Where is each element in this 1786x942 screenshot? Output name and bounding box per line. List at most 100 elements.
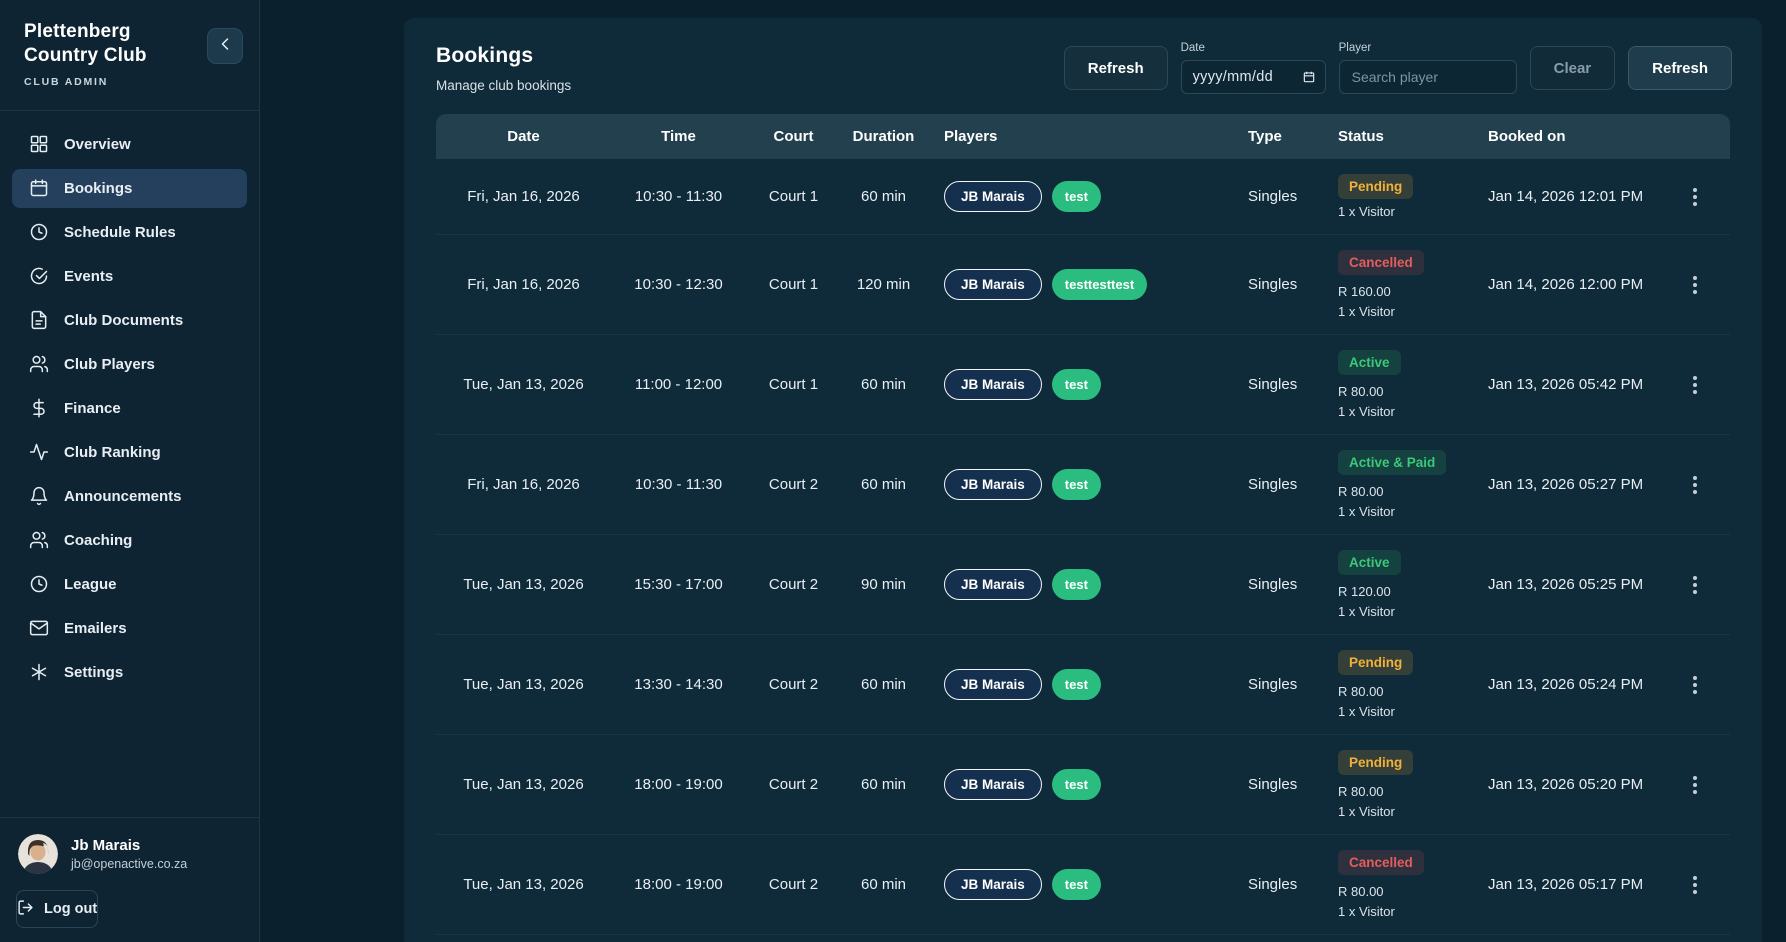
booked-on: Jan 13, 2026 05:24 PM: [1476, 676, 1660, 693]
player-chip-member[interactable]: JB Marais: [944, 369, 1042, 400]
status-badge: Active & Paid: [1338, 450, 1446, 475]
people-icon: [29, 354, 49, 374]
players-cell: JB Marais test: [926, 569, 1236, 600]
booking-time: 10:30 - 11:30: [611, 476, 746, 493]
visitor-count: 1 x Visitor: [1338, 904, 1395, 919]
sidebar-item-overview[interactable]: Overview: [12, 125, 247, 164]
kebab-dot: [1693, 790, 1697, 794]
booking-date: Tue, Jan 13, 2026: [436, 676, 611, 693]
booking-date: Tue, Jan 13, 2026: [436, 376, 611, 393]
clear-button[interactable]: Clear: [1530, 46, 1616, 90]
table-row: Tue, Jan 13, 202613:30 - 14:30Court 260 …: [436, 634, 1730, 734]
row-menu-button[interactable]: [1687, 270, 1703, 300]
kebab-dot: [1693, 576, 1697, 580]
booking-duration: 60 min: [841, 188, 926, 205]
player-chip-member[interactable]: JB Marais: [944, 569, 1042, 600]
player-chip-member[interactable]: JB Marais: [944, 669, 1042, 700]
kebab-dot: [1693, 590, 1697, 594]
player-chip-member[interactable]: JB Marais: [944, 269, 1042, 300]
bell-icon: [29, 486, 49, 506]
players-cell: JB Marais test: [926, 669, 1236, 700]
sidebar-item-label: Emailers: [64, 620, 127, 637]
player-chip-guest[interactable]: testtesttest: [1052, 269, 1147, 300]
row-menu-button[interactable]: [1687, 370, 1703, 400]
booking-time: 10:30 - 12:30: [611, 276, 746, 293]
player-chip-member[interactable]: JB Marais: [944, 869, 1042, 900]
player-chip-guest[interactable]: test: [1052, 369, 1101, 400]
booking-time: 18:00 - 19:00: [611, 876, 746, 893]
sidebar-item-club-players[interactable]: Club Players: [12, 345, 247, 384]
sidebar-item-finance[interactable]: Finance: [12, 389, 247, 428]
player-chip-guest[interactable]: test: [1052, 569, 1101, 600]
mail-icon: [29, 618, 49, 638]
player-chip-guest[interactable]: test: [1052, 469, 1101, 500]
row-menu-button[interactable]: [1687, 182, 1703, 212]
player-search-input[interactable]: [1339, 60, 1517, 94]
booking-amount: R 80.00: [1338, 784, 1384, 799]
table-body: Fri, Jan 16, 202610:30 - 11:30Court 160 …: [436, 159, 1730, 942]
booking-amount: R 120.00: [1338, 584, 1391, 599]
sidebar-item-bookings[interactable]: Bookings: [12, 169, 247, 208]
kebab-dot: [1693, 290, 1697, 294]
header-controls: Refresh Date yyyy/mm/dd Player Clear Ref…: [1064, 42, 1732, 94]
player-chip-guest[interactable]: test: [1052, 869, 1101, 900]
player-chip-guest[interactable]: test: [1052, 669, 1101, 700]
row-menu-button[interactable]: [1687, 670, 1703, 700]
table-header-row: DateTimeCourtDurationPlayersTypeStatusBo…: [436, 114, 1730, 159]
status-badge: Active: [1338, 550, 1401, 575]
clock-icon: [29, 222, 49, 242]
booked-on: Jan 13, 2026 05:42 PM: [1476, 376, 1660, 393]
refresh-button-left[interactable]: Refresh: [1064, 46, 1168, 90]
sidebar-item-label: Bookings: [64, 180, 132, 197]
player-chip-member[interactable]: JB Marais: [944, 469, 1042, 500]
row-menu-button[interactable]: [1687, 470, 1703, 500]
row-menu-button[interactable]: [1687, 870, 1703, 900]
date-input[interactable]: yyyy/mm/dd: [1181, 60, 1326, 94]
player-chip-guest[interactable]: test: [1052, 181, 1101, 212]
visitor-count: 1 x Visitor: [1338, 804, 1395, 819]
status-badge: Pending: [1338, 750, 1413, 775]
logout-label: Log out: [44, 901, 97, 917]
sidebar-item-schedule-rules[interactable]: Schedule Rules: [12, 213, 247, 252]
sidebar-item-label: League: [64, 576, 117, 593]
sidebar-item-club-ranking[interactable]: Club Ranking: [12, 433, 247, 472]
refresh-button-right[interactable]: Refresh: [1628, 46, 1732, 90]
collapse-sidebar-button[interactable]: [207, 28, 243, 64]
sidebar-item-league[interactable]: League: [12, 565, 247, 604]
players-cell: JB Marais test: [926, 869, 1236, 900]
row-menu-button[interactable]: [1687, 570, 1703, 600]
sidebar-item-emailers[interactable]: Emailers: [12, 609, 247, 648]
sidebar-item-settings[interactable]: Settings: [12, 653, 247, 692]
players-cell: JB Marais testtesttest: [926, 269, 1236, 300]
booking-duration: 120 min: [841, 276, 926, 293]
kebab-dot: [1693, 890, 1697, 894]
logout-button[interactable]: Log out: [16, 890, 98, 928]
people-icon: [29, 530, 49, 550]
kebab-dot: [1693, 883, 1697, 887]
player-chip-guest[interactable]: test: [1052, 769, 1101, 800]
calendar-small-icon[interactable]: [1302, 70, 1316, 84]
bookings-card: Bookings Manage club bookings Refresh Da…: [404, 18, 1762, 942]
booking-court: Court 1: [746, 276, 841, 293]
booking-duration: 60 min: [841, 676, 926, 693]
booking-type: Singles: [1236, 188, 1326, 205]
sidebar-item-club-documents[interactable]: Club Documents: [12, 301, 247, 340]
players-cell: JB Marais test: [926, 469, 1236, 500]
booking-court: Court 1: [746, 188, 841, 205]
status-cell: PendingR 80.001 x Visitor: [1326, 650, 1476, 719]
page-subtitle: Manage club bookings: [436, 78, 571, 93]
sidebar-item-announcements[interactable]: Announcements: [12, 477, 247, 516]
player-chip-member[interactable]: JB Marais: [944, 181, 1042, 212]
row-menu-button[interactable]: [1687, 770, 1703, 800]
sidebar-bottom: Jb Marais jb@openactive.co.za Log out: [0, 817, 259, 942]
sidebar: Plettenberg Country Club CLUB ADMIN Over…: [0, 0, 260, 942]
sidebar-item-events[interactable]: Events: [12, 257, 247, 296]
sidebar-item-coaching[interactable]: Coaching: [12, 521, 247, 560]
booking-court: Court 2: [746, 776, 841, 793]
booking-time: 15:30 - 17:00: [611, 576, 746, 593]
actions-cell: [1660, 870, 1730, 900]
player-chip-member[interactable]: JB Marais: [944, 769, 1042, 800]
sidebar-item-label: Events: [64, 268, 113, 285]
sidebar-item-label: Overview: [64, 136, 131, 153]
sidebar-item-label: Coaching: [64, 532, 132, 549]
